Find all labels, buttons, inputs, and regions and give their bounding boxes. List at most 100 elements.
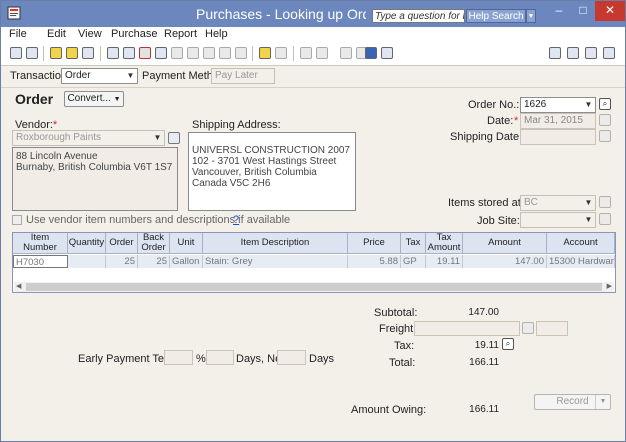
- calendar-icon[interactable]: [155, 47, 167, 59]
- total-value: 166.11: [469, 357, 499, 368]
- horizontal-scrollbar[interactable]: ◀ ▶: [14, 282, 614, 292]
- recall-icon[interactable]: [123, 47, 135, 59]
- job-site-lookup-icon[interactable]: [599, 213, 611, 225]
- convert-button[interactable]: Convert... ▼: [64, 91, 124, 107]
- window-title: Purchases - Looking up Order: [196, 6, 366, 22]
- calculator-icon[interactable]: [381, 47, 393, 59]
- freight-tax-field[interactable]: [536, 321, 568, 336]
- column-header[interactable]: Unit: [170, 233, 203, 254]
- send-icon[interactable]: [603, 47, 615, 59]
- minimize-button[interactable]: –: [547, 1, 571, 21]
- transaction-bar: Transaction: Order ▼ Payment Method: Pay …: [1, 66, 625, 88]
- grid-cell[interactable]: GP: [401, 255, 426, 268]
- menu-view[interactable]: View: [78, 28, 102, 40]
- grid-cell[interactable]: 5.88: [348, 255, 401, 268]
- column-header[interactable]: Order: [106, 233, 138, 254]
- job-site-label: Job Site:: [477, 215, 520, 227]
- preview-icon[interactable]: [567, 47, 579, 59]
- column-header[interactable]: Item Description: [203, 233, 348, 254]
- refresh-icon: [340, 47, 352, 59]
- column-header[interactable]: Account: [547, 233, 615, 254]
- open-icon[interactable]: [66, 47, 78, 59]
- grid-cell[interactable]: 15300 Hardware: [547, 255, 615, 268]
- tax-details-icon[interactable]: ⌕: [502, 338, 514, 350]
- days-label: Days: [309, 353, 335, 365]
- grid-cell[interactable]: Gallon: [170, 255, 203, 268]
- column-header[interactable]: Price: [348, 233, 401, 254]
- column-header[interactable]: Quantity: [68, 233, 106, 254]
- column-header[interactable]: Tax: [401, 233, 426, 254]
- column-header[interactable]: Back Order: [138, 233, 170, 254]
- items-stored-select[interactable]: BC ▼: [520, 195, 596, 211]
- subtotal-label: Subtotal:: [374, 307, 418, 319]
- close-button[interactable]: ✕: [595, 1, 625, 21]
- remove-icon[interactable]: [139, 47, 151, 59]
- menu-purchase[interactable]: Purchase: [111, 28, 157, 40]
- home-icon[interactable]: [10, 47, 22, 59]
- vendor-item-checkbox-label: Use vendor item numbers and descriptions…: [26, 214, 291, 226]
- vendor-item-checkbox[interactable]: [12, 215, 22, 225]
- folder-icon[interactable]: [26, 47, 38, 59]
- copy-icon[interactable]: [82, 47, 94, 59]
- grid-cell[interactable]: 19.11: [426, 255, 463, 268]
- discount-days-field[interactable]: [206, 350, 234, 365]
- job-site-select[interactable]: ▼: [520, 212, 596, 228]
- track-icon: [316, 47, 328, 59]
- chevron-down-icon: ▼: [113, 96, 121, 103]
- print-icon[interactable]: [585, 47, 597, 59]
- location-lookup-icon[interactable]: [599, 196, 611, 208]
- toolbar: [1, 43, 625, 66]
- chevron-down-icon: ▼: [126, 71, 135, 80]
- scroll-right-icon: ▶: [606, 283, 612, 290]
- save-icon[interactable]: [50, 47, 62, 59]
- transaction-select[interactable]: Order ▼: [61, 68, 138, 84]
- menu-report[interactable]: Report: [164, 28, 197, 40]
- shipping-date-label: Shipping Date:: [450, 131, 523, 143]
- grid-cell[interactable]: H7030: [13, 255, 68, 268]
- grid-cell[interactable]: [68, 255, 106, 268]
- chevron-down-icon: ▼: [584, 198, 593, 207]
- vendor-select[interactable]: Roxborough Paints ▼: [12, 130, 165, 146]
- column-header[interactable]: Tax Amount: [426, 233, 463, 254]
- net-days-field[interactable]: [277, 350, 306, 365]
- column-header[interactable]: Item Number: [13, 233, 68, 254]
- scrollbar-thumb[interactable]: [26, 283, 602, 291]
- menu-edit[interactable]: Edit: [47, 28, 66, 40]
- help-question-input[interactable]: Type a question for help: [372, 9, 465, 23]
- grid-cell[interactable]: Stain: Grey: [203, 255, 348, 268]
- next-icon: [219, 47, 231, 59]
- date-field[interactable]: Mar 31, 2015: [520, 113, 596, 129]
- amount-owing-value: 166.11: [469, 404, 499, 415]
- purchases-window: Purchases - Looking up Order Type a ques…: [0, 0, 626, 442]
- last-icon: [235, 47, 247, 59]
- maximize-button[interactable]: □: [571, 1, 595, 21]
- record-button[interactable]: Record ▼: [534, 394, 611, 410]
- undo-icon[interactable]: [107, 47, 119, 59]
- calendar-icon[interactable]: [599, 114, 611, 126]
- order-no-select[interactable]: 1626 ▼: [520, 97, 596, 113]
- freight-tax-icon[interactable]: [522, 322, 534, 334]
- help-search-dropdown[interactable]: ▼: [526, 9, 536, 23]
- calendar-icon[interactable]: [599, 130, 611, 142]
- discount-percent-field[interactable]: [164, 350, 193, 365]
- shipping-address-box[interactable]: UNIVERSL CONSTRUCTION 2007 102 - 3701 We…: [188, 132, 356, 211]
- grid-cell[interactable]: 25: [138, 255, 170, 268]
- vendor-icon[interactable]: [549, 47, 561, 59]
- note-icon[interactable]: [259, 47, 271, 59]
- column-header[interactable]: Amount: [463, 233, 547, 254]
- grid-cell[interactable]: 25: [106, 255, 138, 268]
- search-icon[interactable]: ⌕: [599, 98, 611, 110]
- help-link[interactable]: ?: [233, 214, 239, 226]
- menu-help[interactable]: Help: [205, 28, 228, 40]
- help-search-button[interactable]: Help Search: [466, 9, 526, 23]
- chevron-down-icon: ▼: [595, 395, 610, 409]
- shipping-date-field[interactable]: [520, 129, 596, 145]
- chevron-down-icon: ▼: [153, 133, 162, 142]
- amount-owing-label: Amount Owing:: [351, 404, 427, 416]
- vendor-lookup-icon[interactable]: [168, 132, 180, 144]
- menu-file[interactable]: File: [9, 28, 27, 40]
- freight-field[interactable]: [414, 321, 520, 336]
- device-icon[interactable]: [365, 47, 377, 59]
- title-bar: Purchases - Looking up Order Type a ques…: [1, 1, 625, 27]
- grid-cell[interactable]: 147.00: [463, 255, 547, 268]
